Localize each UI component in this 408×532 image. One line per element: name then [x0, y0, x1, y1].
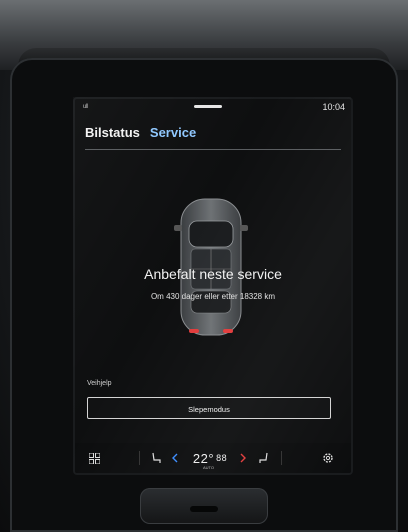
home-grid-icon-svg: [88, 452, 100, 464]
chevron-right-svg: [240, 453, 246, 463]
temperature: 22°: [192, 450, 215, 466]
seat-right-svg: [259, 452, 268, 463]
divider: [85, 149, 341, 150]
pull-down-handle[interactable]: [194, 105, 222, 108]
separator: [281, 451, 282, 465]
separator: [139, 451, 140, 465]
tow-mode-button[interactable]: Slepemodus: [87, 397, 331, 419]
chevron-left-svg: [172, 453, 178, 463]
signal-icon: ull: [83, 104, 88, 110]
chevron-right-icon[interactable]: [237, 443, 249, 473]
climate-bar: 22° 88 AUTO: [75, 443, 351, 473]
gear-svg: [323, 453, 333, 463]
chevron-left-icon[interactable]: [169, 443, 181, 473]
seat-heat-left-icon[interactable]: [147, 443, 165, 473]
tab-bilstatus[interactable]: Bilstatus: [85, 125, 140, 143]
climate-mode: AUTO: [203, 465, 215, 470]
seat-left-svg: [152, 452, 161, 463]
air-vent: [140, 488, 268, 524]
infotainment-screen: ull 10:04 Bilstatus Service Anbefalt nes…: [73, 97, 353, 475]
settings-gear-icon[interactable]: [315, 443, 341, 473]
fan-level: 88: [216, 453, 228, 463]
tab-bar: Bilstatus Service: [85, 125, 196, 143]
clock: 10:04: [322, 102, 345, 112]
seat-heat-right-icon[interactable]: [255, 443, 273, 473]
tab-service[interactable]: Service: [150, 125, 196, 143]
home-grid-icon[interactable]: [81, 443, 107, 473]
roadside-section-label: Veihjelp: [87, 380, 112, 387]
service-interval: Om 430 dager eller etter 18328 km: [150, 292, 276, 301]
status-bar: ull 10:04: [75, 99, 351, 115]
service-title: Anbefalt neste service: [144, 266, 282, 282]
